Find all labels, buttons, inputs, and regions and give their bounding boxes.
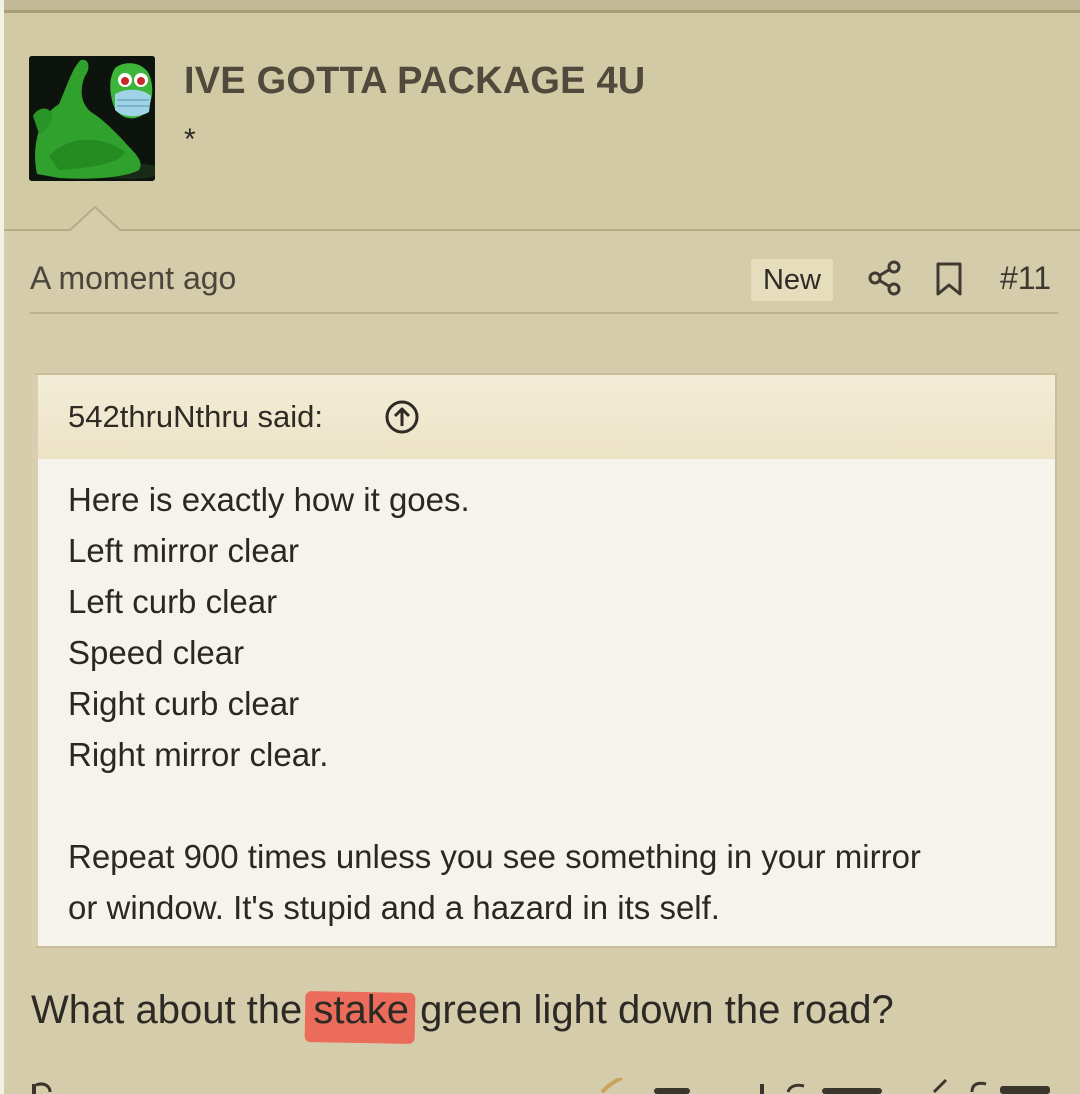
- quote-line: Left mirror clear: [68, 532, 300, 569]
- quote-line: Repeat 900 times unless you see somethin…: [68, 838, 921, 875]
- share-icon[interactable]: [868, 260, 902, 296]
- quote-line: Right mirror clear.: [68, 736, 329, 773]
- top-strip: [4, 0, 1080, 10]
- username[interactable]: IVE GOTTA PACKAGE 4U: [184, 60, 645, 103]
- bookmark-icon[interactable]: [934, 261, 964, 297]
- caret-pointer: [70, 206, 120, 231]
- user-title: *: [184, 123, 196, 156]
- post-timestamp[interactable]: A moment ago: [30, 260, 236, 297]
- post-container: IVE GOTTA PACKAGE 4U * A moment ago New …: [4, 0, 1080, 1094]
- quote-line: or window. It's stupid and a hazard in i…: [68, 889, 720, 926]
- quote-author[interactable]: 542thruNthru said:: [68, 399, 323, 435]
- quote-block: 542thruNthru said: Here is exactly how i…: [32, 373, 1057, 948]
- post-body-text: green light down the road?: [409, 988, 894, 1032]
- green-figure-avatar-image: [29, 56, 155, 181]
- post-actions-clipped: [32, 1078, 1050, 1094]
- avatar[interactable]: [29, 56, 155, 181]
- arrow-up-circle-icon[interactable]: [384, 399, 420, 435]
- post-number-link[interactable]: #11: [1000, 260, 1051, 297]
- header-divider: [4, 229, 1080, 231]
- post-body: What about the stake green light down th…: [31, 988, 894, 1033]
- quote-line: Here is exactly how it goes.: [68, 481, 470, 518]
- quote-line: Right curb clear: [68, 685, 300, 722]
- quote-header: 542thruNthru said:: [38, 375, 1055, 459]
- quote-line: Left curb clear: [68, 583, 278, 620]
- meta-divider: [30, 312, 1058, 314]
- new-badge: New: [751, 259, 833, 301]
- quote-line: Speed clear: [68, 634, 245, 671]
- user-header: [4, 13, 1080, 230]
- highlighted-word: stake: [313, 988, 410, 1032]
- post-actions-bar: [4, 1078, 1080, 1094]
- post-body-text: What about the: [31, 988, 314, 1032]
